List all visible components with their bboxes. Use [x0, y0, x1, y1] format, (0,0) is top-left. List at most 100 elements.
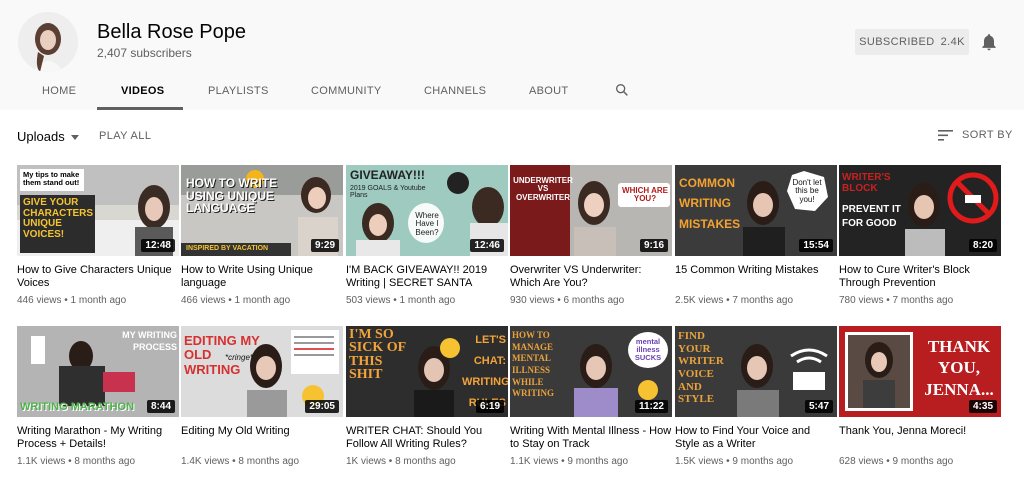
- video-card[interactable]: HOW TO MANAGE MENTAL ILLNESS WHILE WRITI…: [510, 326, 672, 467]
- thumbnail-caption: INSPIRED BY VACATION: [186, 245, 269, 252]
- thumbnail-caption: THANK YOU, JENNA...: [924, 337, 994, 399]
- video-age: 7 months ago: [892, 295, 954, 306]
- thumbnail-caption: I'M SO SICK OF THIS SHIT: [349, 327, 406, 382]
- thumbnail-caption: 2019 GOALS & Youtube Plans: [350, 185, 426, 200]
- video-views: 1.4K views: [181, 456, 230, 467]
- video-thumbnail[interactable]: MY WRITING PROCESS WRITING MARATHON 8:44: [17, 326, 179, 417]
- dropdown-caret-icon: [70, 134, 79, 140]
- video-duration: 6:19: [475, 400, 504, 413]
- video-views: 930 views: [510, 295, 555, 306]
- video-title[interactable]: 15 Common Writing Mistakes: [675, 264, 837, 290]
- video-age: 9 months ago: [892, 456, 954, 467]
- sort-by-button[interactable]: SORT BY: [938, 129, 1013, 141]
- video-card[interactable]: UNDERWRITER VS OVERWRITER WHICH ARE YOU?…: [510, 165, 672, 306]
- video-thumbnail[interactable]: GIVEAWAY!!! 2019 GOALS & Youtube Plans W…: [346, 165, 508, 256]
- video-card[interactable]: WRITER'S BLOCK PREVENT IT FOR GOOD 8:20 …: [839, 165, 1001, 306]
- video-age: 8 months ago: [395, 456, 456, 467]
- video-thumbnail[interactable]: UNDERWRITER VS OVERWRITER WHICH ARE YOU?…: [510, 165, 672, 256]
- video-age: 8 months ago: [238, 456, 300, 467]
- video-meta: 503 views • 1 month ago: [346, 295, 456, 306]
- active-tab-indicator: [97, 107, 183, 110]
- video-card[interactable]: I'M SO SICK OF THIS SHIT LET'S CHAT: WRI…: [346, 326, 508, 467]
- video-thumbnail[interactable]: THANK YOU, JENNA... 4:35: [839, 326, 1001, 417]
- video-thumbnail[interactable]: EDITING MY OLD WRITING *cringe* 29:05: [181, 326, 343, 417]
- video-duration: 12:46: [470, 239, 504, 252]
- video-card[interactable]: My tips to make them stand out! GIVE YOU…: [17, 165, 179, 306]
- video-age: 1 month ago: [234, 295, 291, 306]
- video-views: 446 views: [17, 295, 62, 306]
- video-meta: 1.1K views • 8 months ago: [17, 456, 136, 467]
- video-duration: 12:48: [141, 239, 175, 252]
- thumbnail-caption: My tips to make them stand out!: [23, 170, 80, 187]
- video-card[interactable]: THANK YOU, JENNA... 4:35 Thank You, Jenn…: [839, 326, 1001, 467]
- video-thumbnail[interactable]: WRITER'S BLOCK PREVENT IT FOR GOOD 8:20: [839, 165, 1001, 256]
- video-title[interactable]: How to Give Characters Unique Voices: [17, 264, 179, 290]
- video-title[interactable]: WRITER CHAT: Should You Follow All Writi…: [346, 425, 508, 451]
- video-views: 1.1K views: [17, 456, 66, 467]
- video-title[interactable]: I'M BACK GIVEAWAY!! 2019 Writing | SECRE…: [346, 264, 508, 290]
- uploads-dropdown[interactable]: Uploads: [17, 129, 79, 144]
- channel-name: Bella Rose Pope: [97, 21, 246, 43]
- video-card[interactable]: GIVEAWAY!!! 2019 GOALS & Youtube Plans W…: [346, 165, 508, 306]
- subscribed-count: 2.4K: [940, 36, 965, 48]
- video-thumbnail[interactable]: FIND YOUR WRITER VOICE AND STYLE 5:47: [675, 326, 837, 417]
- video-card[interactable]: COMMON WRITING MISTAKES Don't let this b…: [675, 165, 837, 306]
- video-views: 503 views: [346, 295, 391, 306]
- video-age: 7 months ago: [732, 295, 794, 306]
- tab-playlists[interactable]: PLAYLISTS: [208, 85, 269, 97]
- channel-avatar[interactable]: [18, 12, 78, 72]
- video-thumbnail[interactable]: HOW TO MANAGE MENTAL ILLNESS WHILE WRITI…: [510, 326, 672, 417]
- thumbnail-caption: HOW TO MANAGE MENTAL ILLNESS WHILE WRITI…: [512, 330, 555, 399]
- video-thumbnail[interactable]: My tips to make them stand out! GIVE YOU…: [17, 165, 179, 256]
- video-title[interactable]: How to Find Your Voice and Style as a Wr…: [675, 425, 837, 451]
- thumbnail-caption: WHICH ARE YOU?: [622, 186, 668, 204]
- video-views: 1.5K views: [675, 456, 724, 467]
- video-age: 9 months ago: [567, 456, 629, 467]
- video-age: 6 months ago: [563, 295, 625, 306]
- video-views: 1K views: [346, 456, 387, 467]
- video-title[interactable]: Overwriter VS Underwriter: Which Are You…: [510, 264, 672, 290]
- thumbnail-caption: Where Have I Been?: [415, 211, 439, 237]
- thumbnail-caption: mental illness SUCKS: [634, 337, 662, 362]
- channel-tabs: HOME VIDEOS PLAYLISTS COMMUNITY CHANNELS…: [0, 76, 1024, 110]
- video-thumbnail[interactable]: I'M SO SICK OF THIS SHIT LET'S CHAT: WRI…: [346, 326, 508, 417]
- video-title[interactable]: Thank You, Jenna Moreci!: [839, 425, 1001, 451]
- video-card[interactable]: HOW TO WRITE USING UNIQUE LANGUAGE INSPI…: [181, 165, 343, 306]
- video-title[interactable]: How to Cure Writer's Block Through Preve…: [839, 264, 1001, 290]
- tab-about[interactable]: ABOUT: [529, 85, 568, 97]
- video-meta: 628 views • 9 months ago: [839, 456, 954, 467]
- subscribed-button[interactable]: SUBSCRIBED 2.4K: [855, 29, 969, 55]
- search-icon[interactable]: [614, 82, 630, 98]
- tab-channels[interactable]: CHANNELS: [424, 85, 486, 97]
- play-all-button[interactable]: PLAY ALL: [99, 130, 151, 142]
- tab-community[interactable]: COMMUNITY: [311, 85, 382, 97]
- video-title[interactable]: Writing Marathon - My Writing Process + …: [17, 425, 179, 451]
- video-card[interactable]: MY WRITING PROCESS WRITING MARATHON 8:44…: [17, 326, 179, 467]
- bell-icon[interactable]: [979, 32, 999, 52]
- video-thumbnail[interactable]: HOW TO WRITE USING UNIQUE LANGUAGE INSPI…: [181, 165, 343, 256]
- video-age: 8 months ago: [74, 456, 136, 467]
- video-title[interactable]: Writing With Mental Illness - How to Sta…: [510, 425, 672, 451]
- thumbnail-caption: Don't let this be you!: [792, 178, 822, 204]
- tab-videos[interactable]: VIDEOS: [121, 85, 164, 97]
- uploads-label: Uploads: [17, 129, 65, 144]
- video-duration: 15:54: [799, 239, 833, 252]
- sort-by-label: SORT BY: [962, 129, 1013, 141]
- video-duration: 9:16: [639, 239, 668, 252]
- video-meta: 1K views • 8 months ago: [346, 456, 456, 467]
- video-duration: 5:47: [804, 400, 833, 413]
- video-thumbnail[interactable]: COMMON WRITING MISTAKES Don't let this b…: [675, 165, 837, 256]
- thumbnail-caption: UNDERWRITER VS OVERWRITER: [513, 176, 573, 202]
- video-views: 780 views: [839, 295, 884, 306]
- thumbnail-caption: HOW TO WRITE USING UNIQUE LANGUAGE: [186, 176, 278, 216]
- sort-icon: [938, 129, 953, 141]
- subscribed-label: SUBSCRIBED: [859, 36, 935, 48]
- thumbnail-caption: FIND YOUR WRITER VOICE AND STYLE: [678, 330, 724, 406]
- tab-home[interactable]: HOME: [42, 85, 76, 97]
- video-duration: 8:44: [146, 400, 175, 413]
- video-title[interactable]: How to Write Using Unique language: [181, 264, 343, 290]
- video-title[interactable]: Editing My Old Writing: [181, 425, 343, 451]
- subscriber-count: 2,407 subscribers: [97, 46, 192, 60]
- video-card[interactable]: EDITING MY OLD WRITING *cringe* 29:05 Ed…: [181, 326, 343, 467]
- video-card[interactable]: FIND YOUR WRITER VOICE AND STYLE 5:47 Ho…: [675, 326, 837, 467]
